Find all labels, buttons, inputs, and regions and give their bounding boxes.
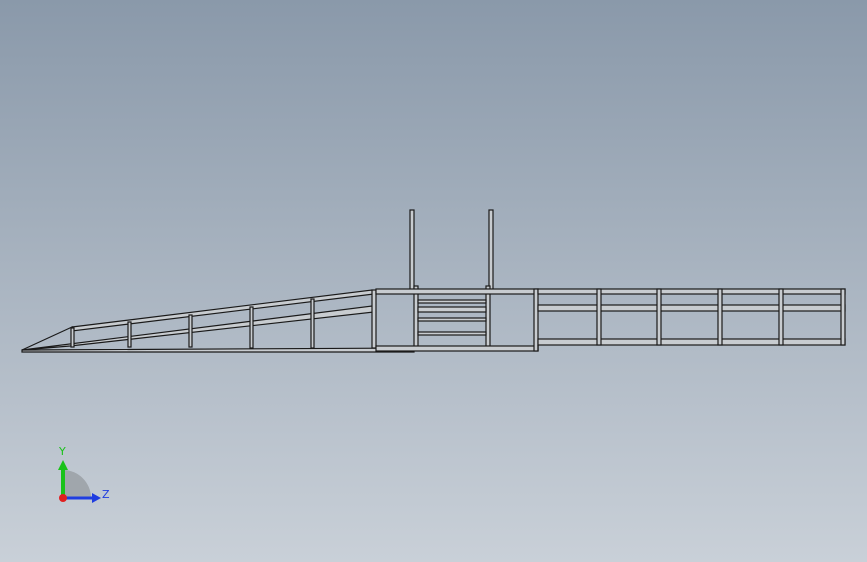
- ladder-rung: [417, 306, 487, 313]
- ladder-handrail-left: [409, 209, 415, 293]
- platform-post: [596, 288, 602, 346]
- platform-post: [778, 288, 784, 346]
- ladder-handrail-right: [488, 209, 494, 293]
- triad-origin-x-icon: [59, 494, 67, 502]
- ladder-stile-left: [413, 285, 419, 351]
- ladder-rung: [417, 317, 487, 322]
- platform-post: [717, 288, 723, 346]
- cad-viewport[interactable]: Y Z: [0, 0, 867, 562]
- ramp-post: [371, 289, 377, 349]
- platform-mid-beam: [537, 304, 846, 312]
- ramp-post: [127, 321, 132, 348]
- ladder-base-beam: [375, 345, 539, 352]
- ramp-post: [188, 314, 193, 348]
- ramp-post: [310, 298, 315, 349]
- platform-base-beam: [537, 338, 846, 346]
- triad-z-label: Z: [102, 488, 110, 501]
- viewport-background: [0, 0, 867, 562]
- ladder-rung: [417, 331, 487, 336]
- ladder-stile-right: [485, 285, 491, 351]
- platform-post: [656, 288, 662, 346]
- ramp-post: [70, 327, 75, 348]
- platform-top-rail: [537, 288, 846, 295]
- ladder-rung: [417, 299, 487, 304]
- ramp-post: [249, 306, 254, 349]
- platform-end-post: [840, 288, 846, 346]
- triad-y-label: Y: [58, 445, 66, 458]
- ladder-top-beam: [375, 288, 539, 295]
